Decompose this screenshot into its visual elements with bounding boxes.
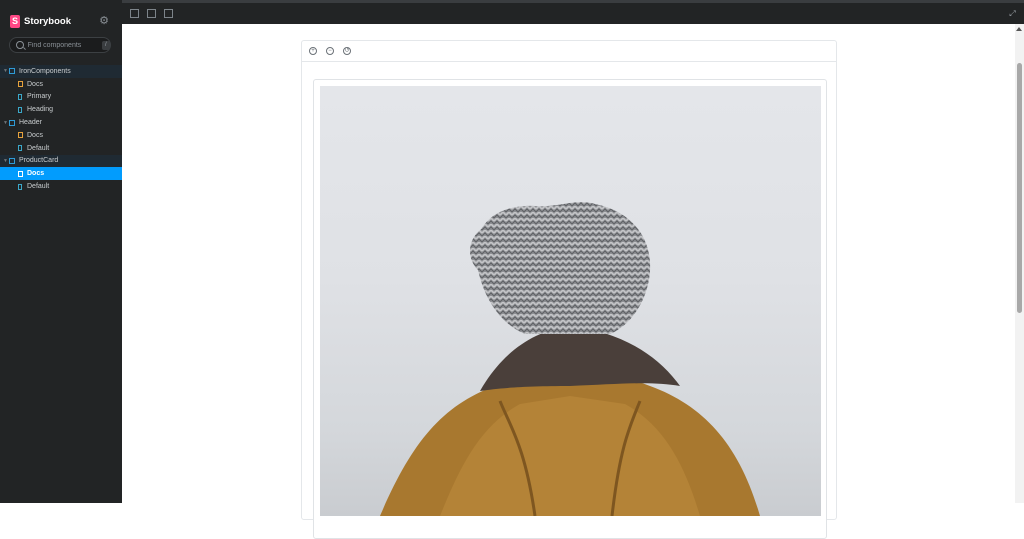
story-icon <box>18 183 22 190</box>
reset-zoom-icon[interactable]: ↺ <box>343 47 351 55</box>
grid-icon[interactable] <box>147 9 156 18</box>
component-icon <box>9 68 15 75</box>
tree-item-ironcomponents-primary[interactable]: Primary <box>0 91 122 104</box>
storybook-logo-icon: S <box>10 14 20 28</box>
story-preview-frame: + − ↺ <box>301 40 837 539</box>
zoom-toolbar: + − ↺ <box>302 41 836 62</box>
document-icon <box>18 132 23 139</box>
tree-item-header-docs[interactable]: Docs <box>0 129 122 142</box>
product-photo-illustration <box>380 202 760 516</box>
product-card <box>313 79 827 539</box>
story-tree: ▼ IronComponents Docs Primary Heading ▼ … <box>0 65 122 193</box>
tree-group-label: IronComponents <box>19 67 71 75</box>
component-icon <box>9 119 15 126</box>
tree-group-productcard[interactable]: ▼ ProductCard <box>0 154 122 168</box>
tree-group-label: Header <box>19 119 42 127</box>
sidebar-toggle-icon[interactable] <box>130 9 139 18</box>
sidebar: S Storybook ⚙ / ▼ IronComponents Docs Pr… <box>0 0 122 503</box>
scrollbar-thumb[interactable] <box>1017 63 1022 313</box>
search-shortcut-key: / <box>101 40 110 50</box>
tree-item-label: Docs <box>27 131 43 139</box>
tree-item-ironcomponents-docs[interactable]: Docs <box>0 78 122 91</box>
search-icon <box>16 41 24 49</box>
gear-icon[interactable]: ⚙ <box>98 15 110 27</box>
brand-name: Storybook <box>24 15 71 27</box>
tree-item-label: Primary <box>27 93 52 101</box>
story-icon <box>18 145 22 152</box>
story-icon <box>18 93 22 100</box>
storybook-logo[interactable]: S Storybook <box>10 14 71 28</box>
tree-item-productcard-default[interactable]: Default <box>0 180 122 193</box>
tree-item-label: Heading <box>27 106 54 114</box>
top-toolbar: ⤢ <box>122 0 1024 24</box>
tree-item-header-default[interactable]: Default <box>0 142 122 155</box>
docs-canvas: + − ↺ <box>122 24 1015 539</box>
tree-item-ironcomponents-heading[interactable]: Heading <box>0 103 122 116</box>
document-icon <box>18 170 23 177</box>
search-input[interactable] <box>27 41 90 49</box>
fullscreen-icon[interactable]: ⤢ <box>1008 9 1017 18</box>
document-icon <box>18 81 23 88</box>
tree-group-ironcomponents[interactable]: ▼ IronComponents <box>0 65 122 78</box>
tree-item-label: Default <box>27 144 50 152</box>
component-icon <box>9 157 15 164</box>
scroll-up-arrow-icon[interactable] <box>1016 27 1022 31</box>
tree-item-productcard-docs[interactable]: Docs <box>0 167 122 181</box>
zoom-out-icon[interactable]: − <box>326 47 334 55</box>
search-box[interactable]: / <box>9 37 111 53</box>
tree-group-label: ProductCard <box>19 157 59 165</box>
story-icon <box>18 106 22 113</box>
tree-item-label: Docs <box>27 170 45 178</box>
zoom-in-icon[interactable]: + <box>309 47 317 55</box>
product-image <box>320 86 821 516</box>
tree-item-label: Default <box>27 183 50 191</box>
tree-group-header[interactable]: ▼ Header <box>0 116 122 129</box>
vertical-scrollbar[interactable] <box>1015 24 1024 503</box>
tree-item-label: Docs <box>27 80 43 88</box>
panel-toggle-icon[interactable] <box>164 9 173 18</box>
